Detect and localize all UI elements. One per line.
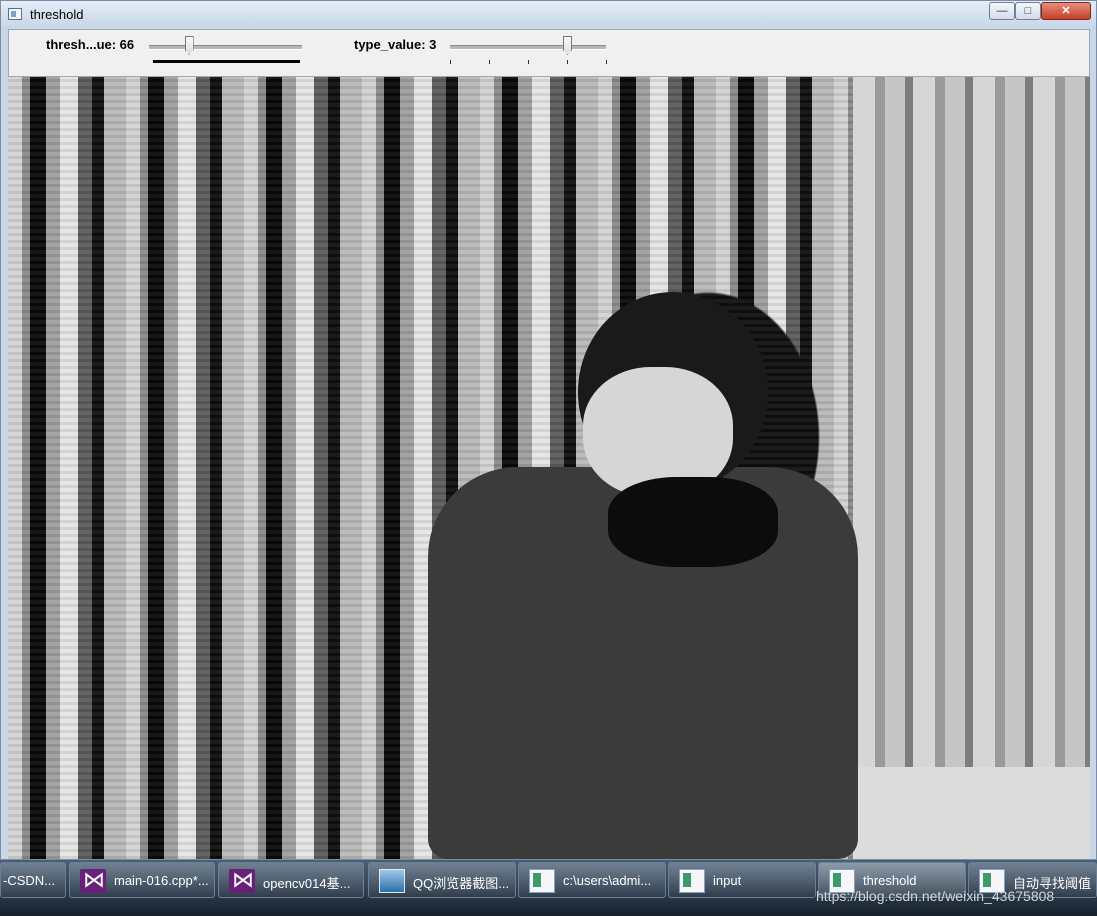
taskbar-item-label: threshold	[863, 873, 917, 888]
taskbar-item-label: -CSDN...	[3, 873, 55, 888]
taskbar-item-opencv014[interactable]: opencv014基...	[218, 862, 364, 898]
taskbar-item-label: opencv014基...	[263, 876, 351, 891]
window-title: threshold	[30, 7, 84, 22]
child-collar	[608, 477, 778, 567]
threshold-window: threshold — □ ✕ thresh...ue: 66 type_val…	[0, 0, 1097, 860]
trackbar-tick	[567, 60, 568, 64]
trackbar-tick	[528, 60, 529, 64]
type-trackbar-label: type_value: 3	[354, 37, 437, 52]
window-icon	[679, 869, 705, 893]
close-button[interactable]: ✕	[1041, 2, 1091, 20]
trackbar-panel: thresh...ue: 66 type_value: 3	[8, 29, 1090, 77]
ground	[853, 767, 1090, 859]
trackbar-tick	[450, 60, 451, 64]
watermark-text: https://blog.csdn.net/weixin_43675808	[816, 888, 1055, 904]
window-icon	[8, 8, 22, 20]
window-icon	[529, 869, 555, 893]
maximize-button[interactable]: □	[1015, 2, 1041, 20]
type-trackbar[interactable]	[450, 45, 606, 50]
threshold-trackbar[interactable]	[149, 45, 302, 50]
taskbar-item-label: input	[713, 873, 742, 888]
taskbar-item-label: main-016.cpp*...	[114, 873, 209, 888]
taskbar-item-label: QQ浏览器截图...	[413, 876, 510, 891]
taskbar-item-label: c:\users\admi...	[563, 873, 652, 888]
threshold-trackbar-thumb[interactable]	[184, 36, 194, 55]
image-viewer-icon	[379, 869, 405, 893]
taskbar-item-qq-screenshot[interactable]: QQ浏览器截图...	[368, 862, 516, 898]
trackbar-tick	[489, 60, 490, 64]
taskbar-item-main-cpp[interactable]: main-016.cpp*...	[69, 862, 215, 898]
trackbar-focus-indicator	[153, 60, 300, 63]
wall-panel	[853, 77, 1090, 859]
thresholded-image	[8, 77, 1090, 859]
taskbar-item-csdn[interactable]: -CSDN...	[0, 862, 66, 898]
trackbar-tick	[606, 60, 607, 64]
type-trackbar-thumb[interactable]	[563, 36, 572, 55]
taskbar-item-console[interactable]: c:\users\admi...	[518, 862, 666, 898]
title-bar[interactable]: threshold — □ ✕	[1, 1, 1096, 29]
minimize-button[interactable]: —	[989, 2, 1015, 20]
threshold-trackbar-label: thresh...ue: 66	[46, 37, 135, 52]
visual-studio-icon	[80, 867, 106, 893]
visual-studio-icon	[229, 867, 255, 893]
taskbar-item-input[interactable]: input	[668, 862, 816, 898]
